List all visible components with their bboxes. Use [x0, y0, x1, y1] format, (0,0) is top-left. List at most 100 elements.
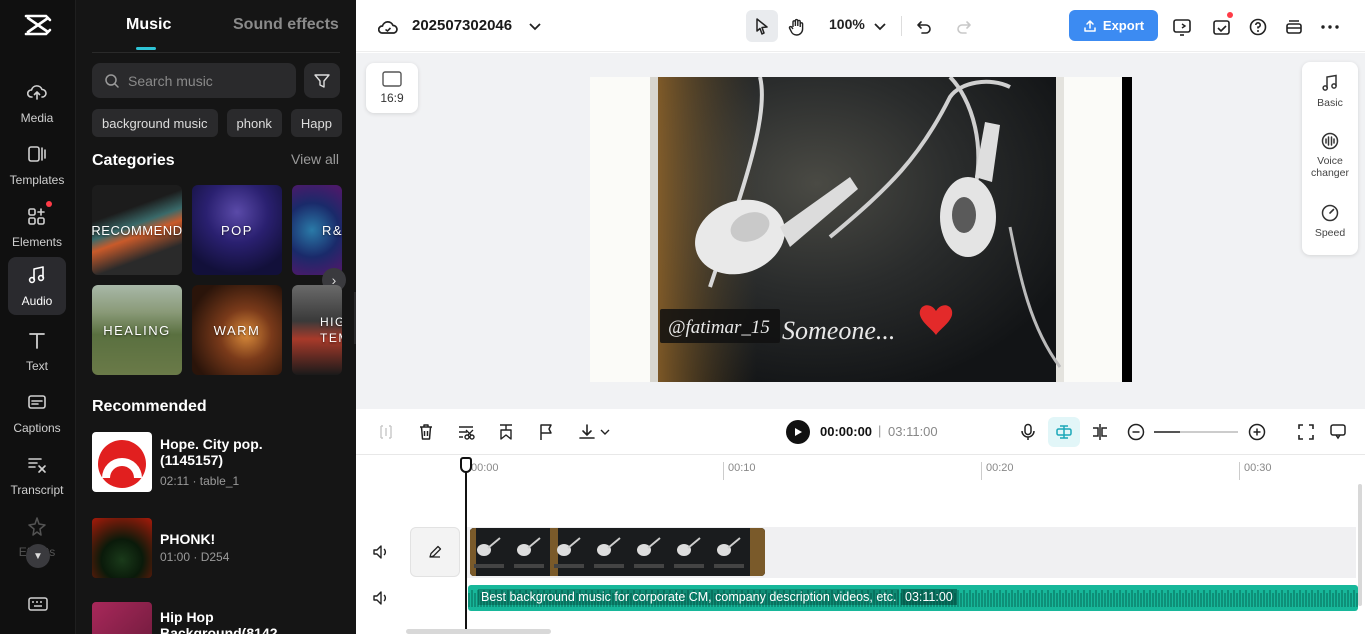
view-all-link[interactable]: View all	[291, 151, 339, 167]
filter-icon	[313, 72, 331, 90]
nav-audio-label: Audio	[4, 294, 70, 308]
feedback-icon[interactable]	[1326, 420, 1350, 444]
more-options-icon[interactable]	[1316, 13, 1344, 41]
tab-divider	[92, 52, 340, 53]
nav-media[interactable]: Media	[8, 74, 66, 132]
playhead-handle[interactable]	[460, 457, 472, 473]
microphone-icon[interactable]	[1016, 420, 1040, 444]
filter-button[interactable]	[304, 63, 340, 98]
split-scene-icon[interactable]	[454, 420, 478, 444]
cover-edit-button[interactable]	[410, 527, 460, 577]
audio-clip[interactable]: Best background music for corporate CM, …	[468, 585, 1358, 611]
nav-expand-button[interactable]: ▼	[26, 544, 50, 568]
video-frame-thumbnail	[630, 528, 670, 576]
link-track-icon[interactable]	[1088, 420, 1112, 444]
help-icon[interactable]	[1244, 13, 1272, 41]
track-thumbnail	[92, 602, 152, 634]
video-clip[interactable]	[470, 528, 765, 576]
horizontal-scrollbar[interactable]	[406, 629, 551, 634]
video-track-speaker-icon[interactable]	[372, 543, 390, 561]
aspect-ratio-button[interactable]: 16:9	[366, 63, 418, 113]
playhead[interactable]	[465, 458, 467, 634]
nav-text[interactable]: Text	[8, 322, 66, 380]
video-overlay-handle: @fatimar_15	[668, 317, 770, 338]
hand-tool-icon[interactable]	[783, 13, 811, 41]
search-box[interactable]	[92, 63, 296, 98]
zoom-slider[interactable]	[1154, 431, 1238, 433]
category-warm[interactable]: WARM	[192, 285, 282, 375]
nav-templates-label: Templates	[4, 173, 70, 187]
magnet-snap-toggle[interactable]	[1048, 417, 1080, 447]
cloud-upload-icon	[27, 82, 47, 102]
project-name[interactable]: 202507302046	[412, 17, 512, 34]
vertical-scrollbar[interactable]	[1358, 484, 1362, 606]
zoom-in-icon[interactable]	[1245, 420, 1269, 444]
category-rnb[interactable]: R&	[292, 185, 342, 275]
export-button[interactable]: Export	[1069, 10, 1158, 41]
basic-button[interactable]: Basic	[1302, 74, 1358, 109]
fullscreen-icon[interactable]	[1294, 420, 1318, 444]
play-button[interactable]	[786, 420, 810, 444]
nav-elements[interactable]: Elements	[8, 198, 66, 256]
tab-sound-effects[interactable]: Sound effects	[233, 16, 339, 34]
layers-icon[interactable]	[1280, 13, 1308, 41]
chip-background-music[interactable]: background music	[92, 109, 218, 137]
video-preview[interactable]: @fatimar_15 Someone...	[590, 77, 1132, 382]
capcut-logo[interactable]	[24, 12, 52, 38]
tab-music[interactable]: Music	[126, 16, 171, 34]
audio-panel: Music Sound effects background music pho…	[76, 0, 356, 634]
undo-icon[interactable]	[910, 13, 938, 41]
nav-templates[interactable]: Templates	[8, 136, 66, 194]
snap-icon	[1055, 425, 1073, 439]
inbox-icon[interactable]	[1208, 13, 1236, 41]
video-overlay-word: Someone...	[782, 316, 895, 345]
recommended-track-1[interactable]: Hope. City pop. (1145157) 02:11 · table_…	[92, 432, 342, 494]
video-frame-thumbnail	[550, 528, 590, 576]
chip-happ[interactable]: Happ	[291, 109, 342, 137]
templates-icon	[27, 144, 47, 164]
search-chips: background music phonk Happ	[92, 109, 342, 137]
present-icon[interactable]	[1168, 13, 1196, 41]
zoom-chevron-icon[interactable]	[866, 13, 894, 41]
split-icon[interactable]	[374, 420, 398, 444]
chevron-down-icon	[600, 429, 610, 435]
track-thumbnail	[92, 518, 152, 578]
cloud-sync-icon[interactable]	[374, 13, 402, 41]
preview-stage: 16:9	[356, 53, 1365, 409]
category-pop[interactable]: POP	[192, 185, 282, 275]
zoom-level[interactable]: 100%	[829, 16, 865, 32]
project-menu-chevron-icon[interactable]	[521, 13, 549, 41]
zoom-out-icon[interactable]	[1124, 420, 1148, 444]
search-input[interactable]	[128, 73, 288, 89]
category-warm-label: WARM	[214, 323, 261, 338]
speed-button[interactable]: Speed	[1302, 204, 1358, 239]
music-note-icon	[27, 265, 47, 285]
delete-icon[interactable]	[414, 420, 438, 444]
voice-changer-button[interactable]: Voice changer	[1302, 132, 1358, 179]
nav-audio[interactable]: Audio	[8, 257, 66, 315]
download-menu-button[interactable]	[574, 420, 614, 444]
redo-icon[interactable]	[950, 13, 978, 41]
recommended-track-3[interactable]: Hip Hop Background(8142	[92, 602, 342, 634]
nav-captions-label: Captions	[4, 421, 70, 435]
category-pop-label: POP	[221, 223, 253, 238]
auto-caption-icon[interactable]	[494, 420, 518, 444]
ruler-label: 00:10	[723, 462, 756, 480]
recommended-track-2[interactable]: PHONK! 01:00 · D254	[92, 518, 342, 580]
chip-phonk[interactable]: phonk	[227, 109, 282, 137]
category-healing[interactable]: HEALING	[92, 285, 182, 375]
track-meta: 02:11 · table_1	[160, 474, 239, 488]
timeline-toolbar: 00:00:00 | 03:11:00	[356, 409, 1365, 455]
select-tool-button[interactable]	[746, 10, 778, 42]
category-high-tempo[interactable]: HIG TEM	[292, 285, 342, 375]
nav-transcript[interactable]: Transcript	[8, 446, 66, 504]
pencil-icon	[428, 545, 442, 559]
captions-icon	[27, 392, 47, 412]
audio-track-speaker-icon[interactable]	[372, 589, 390, 607]
keyboard-shortcuts-icon[interactable]	[28, 596, 48, 612]
category-recommend[interactable]: RECOMMEND	[92, 185, 182, 275]
nav-captions[interactable]: Captions	[8, 384, 66, 442]
audio-clip-label: Best background music for corporate CM, …	[478, 589, 899, 605]
play-icon	[793, 427, 803, 437]
marker-flag-icon[interactable]	[534, 420, 558, 444]
